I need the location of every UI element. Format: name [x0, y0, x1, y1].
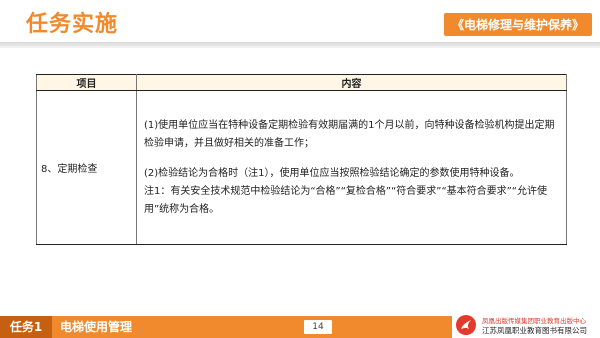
table-header-content: 内容	[136, 74, 567, 91]
task-number: 任务1	[0, 316, 52, 338]
publisher-line-2: 江苏凤凰职业教育图书有限公司	[482, 326, 587, 335]
content-note: 注1：有关安全技术规范中检验结论为“合格”“复检合格”“符合要求”“基本符合要求…	[144, 185, 547, 215]
course-title-badge: 《电梯修理与维护保养》	[443, 13, 592, 36]
page-number: 14	[304, 320, 332, 334]
publisher-block: 凤凰出版传媒集团职业教育出版中心 江苏凤凰职业教育图书有限公司	[452, 313, 600, 338]
header-divider	[0, 42, 600, 48]
table-header-row: 项目 内容	[36, 74, 567, 91]
table-header-item: 项目	[36, 74, 137, 91]
table-cell-content: (1)使用单位应当在特种设备定期检验有效期届满的1个月以前，向特种设备检验机构提…	[136, 90, 567, 245]
phoenix-logo-icon	[456, 315, 476, 335]
task-name: 电梯使用管理	[60, 320, 133, 334]
content-table: 项目 内容 8、定期检查 (1)使用单位应当在特种设备定期检验有效期届满的1个月…	[36, 74, 567, 245]
table-row: 8、定期检查 (1)使用单位应当在特种设备定期检验有效期届满的1个月以前，向特种…	[36, 90, 567, 245]
page-title: 任务实施	[26, 12, 119, 37]
content-paragraph-2: (2)检验结论为合格时（注1），使用单位应当按照检验结论确定的参数使用特种设备。	[144, 167, 520, 179]
table-cell-item: 8、定期检查	[36, 90, 137, 245]
content-paragraph-1: (1)使用单位应当在特种设备定期检验有效期届满的1个月以前，向特种设备检验机构提…	[144, 119, 555, 149]
publisher-line-1: 凤凰出版传媒集团职业教育出版中心	[482, 317, 586, 325]
